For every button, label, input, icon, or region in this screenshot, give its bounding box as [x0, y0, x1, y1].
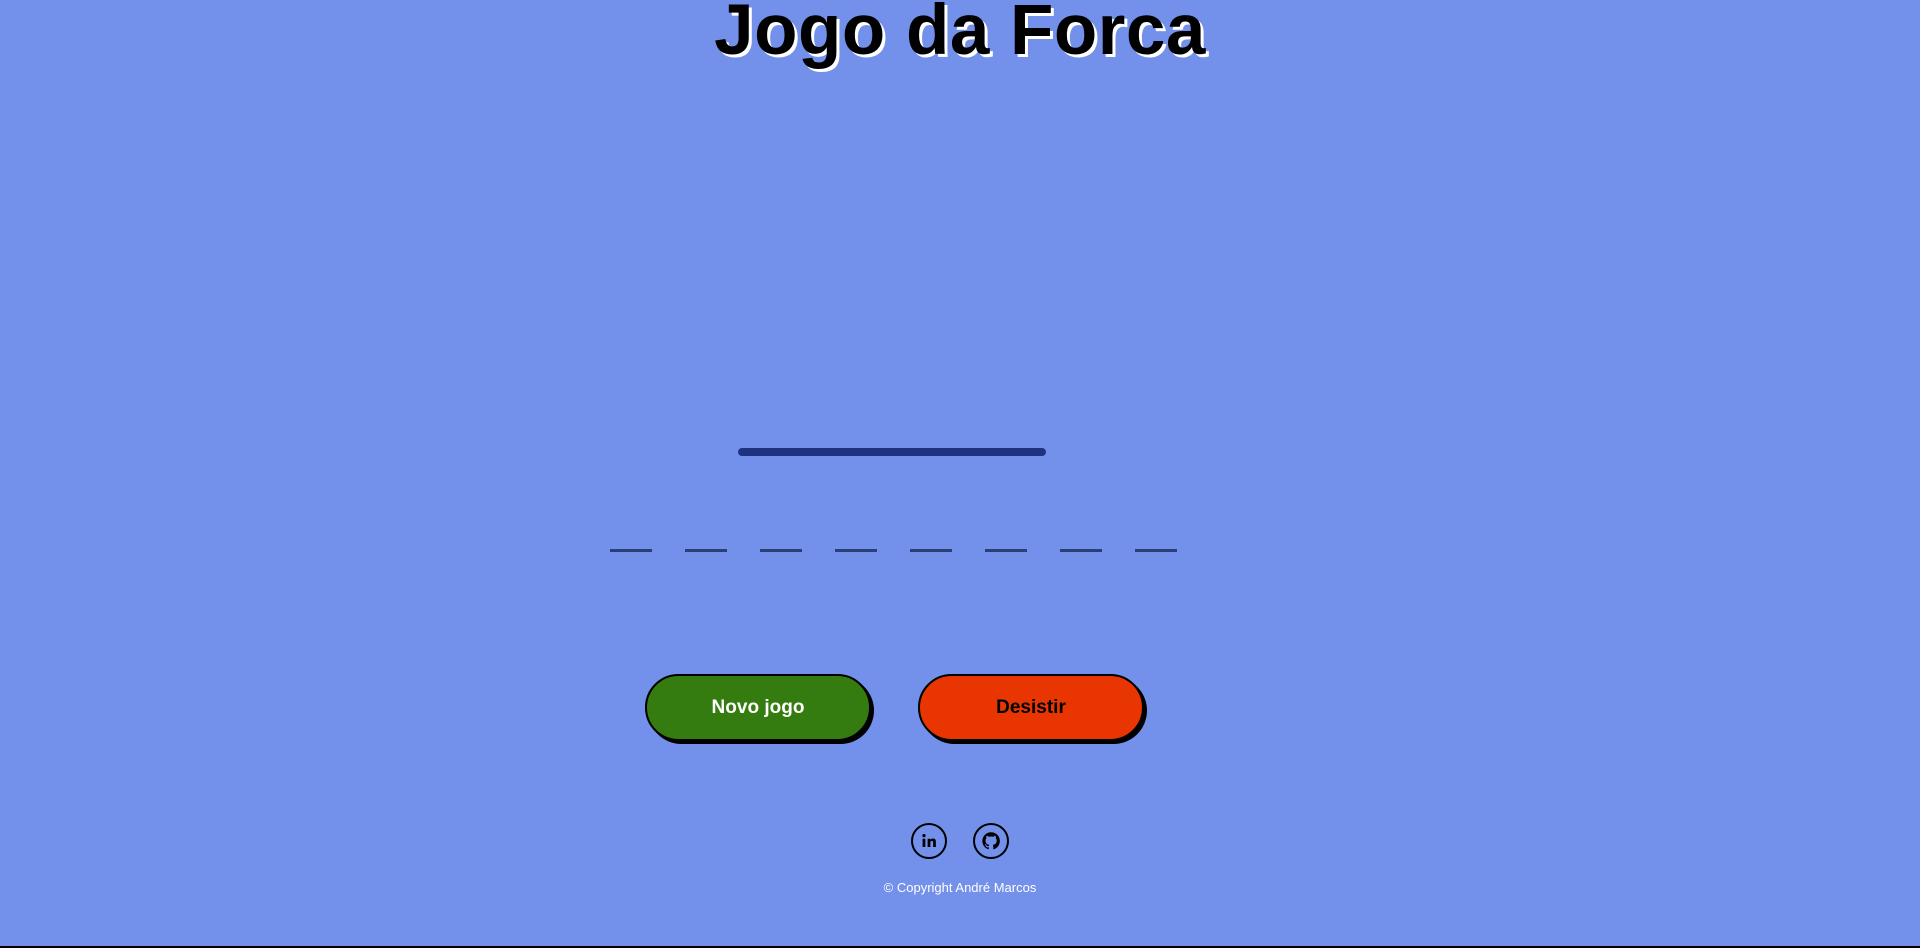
word-slots [610, 549, 1177, 552]
letter-slot [985, 549, 1027, 552]
github-icon [982, 832, 1000, 850]
letter-slot [610, 549, 652, 552]
letter-slot [835, 549, 877, 552]
gallows-base [738, 448, 1046, 456]
letter-slot [1060, 549, 1102, 552]
social-links [911, 823, 1009, 859]
linkedin-icon [922, 834, 936, 847]
github-link[interactable] [973, 823, 1009, 859]
letter-slot [910, 549, 952, 552]
page-title: Jogo da Forca [714, 0, 1206, 70]
linkedin-link[interactable] [911, 823, 947, 859]
copyright-text: © Copyright André Marcos [883, 880, 1037, 895]
letter-slot [1135, 549, 1177, 552]
game-page: Jogo da Forca Novo jogo Desistir © Copyr… [0, 0, 1920, 948]
letter-slot [760, 549, 802, 552]
give-up-button[interactable]: Desistir [918, 674, 1144, 741]
new-game-button[interactable]: Novo jogo [645, 674, 871, 741]
letter-slot [685, 549, 727, 552]
